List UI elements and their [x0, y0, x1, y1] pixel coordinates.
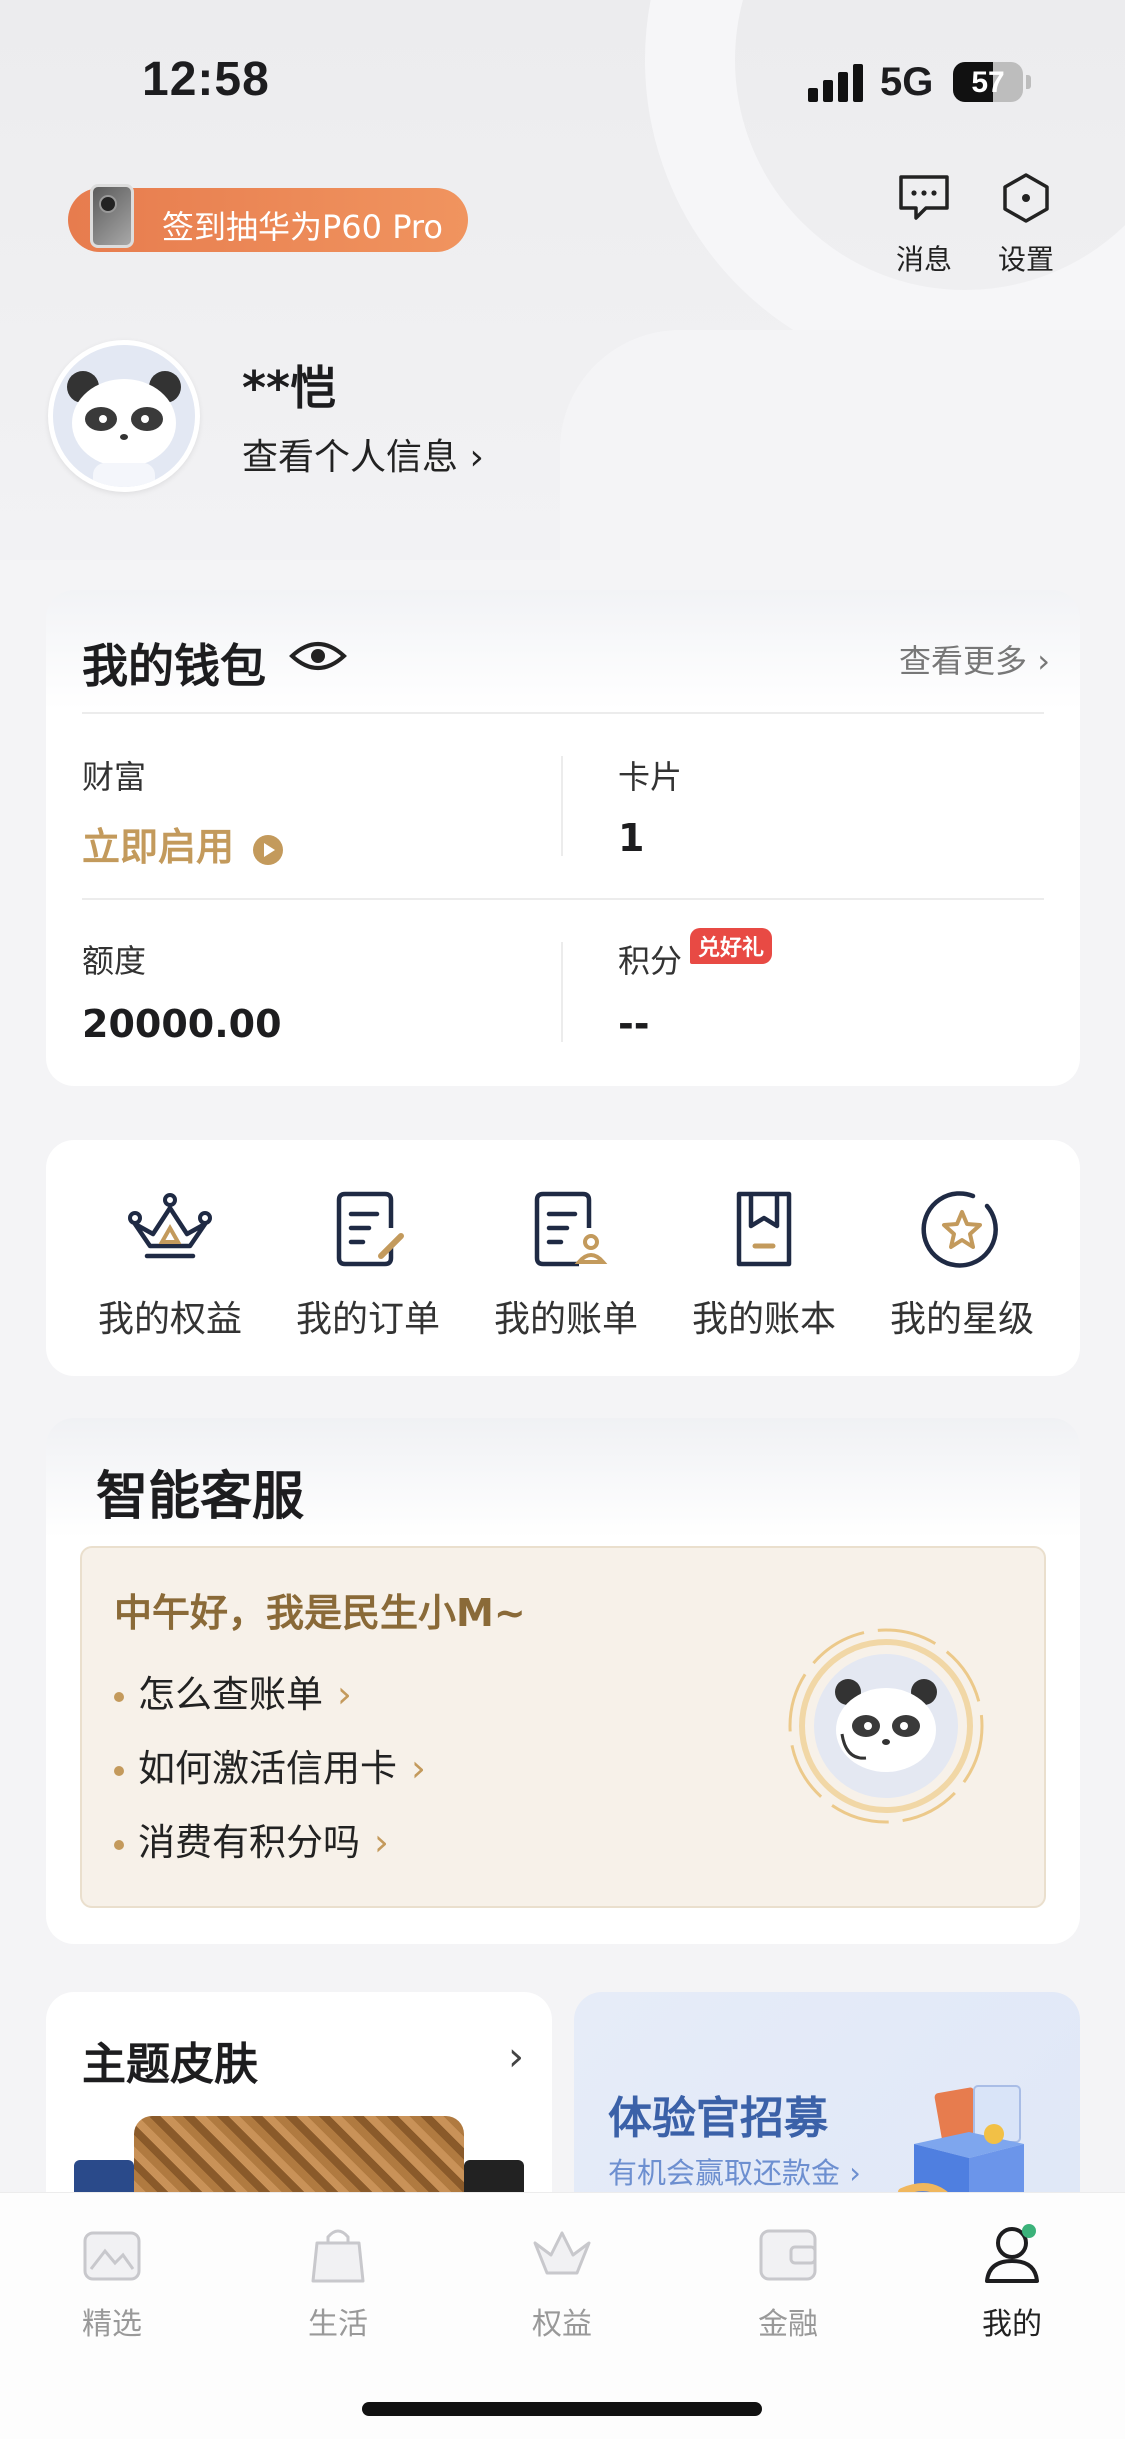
star-circle-icon	[921, 1191, 998, 1268]
messages-label: 消息	[895, 243, 952, 276]
battery-tip	[1026, 75, 1031, 89]
tab-label: 精选	[82, 2307, 142, 2342]
tab-label: 生活	[308, 2307, 368, 2342]
divider	[82, 712, 1044, 714]
quick-label: 我的权益	[97, 1299, 242, 1340]
tab-label: 权益	[532, 2307, 592, 2342]
wealth-enable-link[interactable]: 立即启用	[82, 816, 284, 871]
messages-button[interactable]: 消息	[874, 172, 974, 278]
avatar[interactable]	[48, 340, 200, 492]
assistant-avatar-icon[interactable]	[786, 1626, 986, 1826]
cards-label: 卡片	[618, 758, 683, 796]
points-value[interactable]: --	[618, 1002, 650, 1046]
smart-service-card: 智能客服 中午好，我是民生小M~ 怎么查账单 › 如何激活信用卡 › 消费有积分吗 ›	[46, 1418, 1080, 1944]
signal-icon	[808, 64, 864, 102]
wallet-icon	[759, 2229, 817, 2281]
battery-icon: 57	[953, 62, 1023, 102]
limit-value[interactable]: 20000.00	[82, 1002, 282, 1046]
divider	[561, 942, 563, 1042]
quick-actions-card: 我的权益 我的订单 我的账单 我的账本 我的星级	[46, 1140, 1080, 1376]
points-badge[interactable]: 兑好礼	[690, 928, 773, 964]
tab-featured[interactable]: 精选	[42, 2219, 182, 2343]
checkin-promo-button[interactable]: 签到抽华为P60 Pro	[68, 184, 468, 252]
tab-mine[interactable]: 我的	[942, 2219, 1082, 2343]
quick-label: 我的账单	[493, 1299, 638, 1340]
tab-benefits[interactable]: 权益	[492, 2219, 632, 2343]
service-panel: 中午好，我是民生小M~ 怎么查账单 › 如何激活信用卡 › 消费有积分吗 ›	[80, 1546, 1046, 1908]
quick-stars-button[interactable]: 我的星级	[872, 1184, 1052, 1342]
service-question[interactable]: 怎么查账单 ›	[114, 1664, 352, 1718]
crown-icon	[128, 1193, 212, 1259]
service-greeting: 中午好，我是民生小M~	[114, 1591, 526, 1635]
quick-bills-button[interactable]: 我的账单	[476, 1184, 656, 1342]
recruit-subtitle: 有机会赢取还款金 ›	[608, 2156, 861, 2190]
eye-icon[interactable]	[288, 634, 348, 678]
question-text: 怎么查账单	[138, 1673, 323, 1716]
wallet-card: 我的钱包 查看更多 › 财富 立即启用 卡片 1 额度 20000.00 积分 …	[46, 590, 1080, 1086]
quick-ledger-button[interactable]: 我的账本	[674, 1184, 854, 1342]
points-label: 积分	[618, 942, 683, 980]
status-bar: 12:58 5G 57	[0, 0, 1125, 160]
service-question[interactable]: 如何激活信用卡 ›	[114, 1738, 426, 1792]
battery-level: 57	[971, 66, 1005, 99]
limit-label: 额度	[82, 942, 147, 980]
settings-label: 设置	[997, 243, 1054, 276]
tab-life[interactable]: 生活	[268, 2219, 408, 2343]
settings-hexagon-icon	[1003, 173, 1049, 223]
network-type: 5G	[880, 60, 934, 104]
quick-benefits-button[interactable]: 我的权益	[80, 1184, 260, 1342]
tab-label: 金融	[758, 2307, 818, 2342]
tab-label: 我的	[982, 2307, 1042, 2342]
ledger-bookmark-icon	[736, 1191, 792, 1267]
wealth-value: 立即启用	[82, 825, 235, 869]
promo-label: 签到抽华为P60 Pro	[162, 208, 443, 246]
chat-icon	[899, 175, 949, 220]
service-question[interactable]: 消费有积分吗 ›	[114, 1812, 389, 1866]
question-text: 如何激活信用卡	[138, 1747, 397, 1790]
divider	[561, 756, 563, 856]
quick-orders-button[interactable]: 我的订单	[278, 1184, 458, 1342]
wallet-more-link[interactable]: 查看更多 ›	[899, 636, 1050, 682]
featured-mountain-icon	[83, 2231, 141, 2281]
user-name: **恺	[242, 361, 337, 415]
theme-title: 主题皮肤	[82, 2039, 258, 2090]
shopping-bag-icon	[311, 2229, 365, 2283]
quick-label: 我的账本	[691, 1299, 836, 1340]
order-edit-icon	[336, 1191, 404, 1267]
phone-icon	[90, 184, 134, 248]
divider	[82, 898, 1044, 900]
wealth-label: 财富	[82, 758, 147, 796]
home-indicator[interactable]	[362, 2402, 762, 2416]
user-icon	[985, 2224, 1039, 2283]
crown-icon	[533, 2231, 591, 2275]
service-title: 智能客服	[96, 1467, 305, 1527]
chevron-right-icon: ›	[508, 2034, 524, 2080]
question-text: 消费有积分吗	[138, 1821, 360, 1864]
status-time: 12:58	[142, 53, 270, 106]
quick-label: 我的星级	[889, 1299, 1034, 1340]
quick-label: 我的订单	[295, 1299, 440, 1340]
bill-user-icon	[534, 1191, 608, 1267]
panda-avatar-icon	[53, 345, 195, 487]
wallet-title: 我的钱包	[82, 639, 266, 693]
tab-finance[interactable]: 金融	[718, 2219, 858, 2343]
cards-value[interactable]: 1	[618, 816, 644, 860]
recruit-title: 体验官招募	[608, 2093, 828, 2144]
settings-button[interactable]: 设置	[976, 172, 1076, 278]
play-circle-icon	[253, 834, 284, 865]
view-profile-link[interactable]: 查看个人信息 ›	[242, 428, 484, 480]
